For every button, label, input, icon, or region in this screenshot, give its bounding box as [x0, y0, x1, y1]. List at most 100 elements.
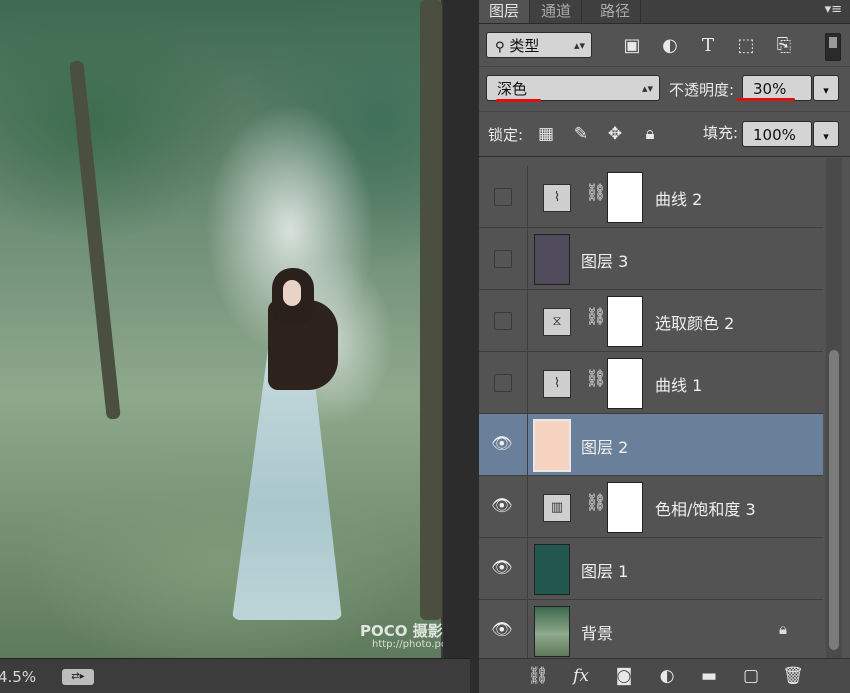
visibility-cell[interactable]	[479, 228, 528, 289]
layers-panel: 图层 通道 路径 ▾≡ ⚲ 类型 ▴▾ ▣ ◐ T ⬚ ⎘ 深色 ▴▾ 不透明度…	[479, 0, 850, 693]
opacity-value: 30%	[753, 80, 787, 98]
opacity-dropdown-button[interactable]: ▾	[813, 75, 839, 101]
visibility-cell[interactable]: 👁︎	[479, 538, 528, 599]
layer-mask-thumbnail[interactable]	[607, 482, 643, 533]
layers-bottom-toolbar: ⛓ fx ◙ ◐ ▬ ▢ 🗑︎	[479, 658, 850, 693]
lock-image-icon[interactable]: ✎	[571, 124, 591, 144]
visibility-cell[interactable]: 👁︎	[479, 600, 528, 658]
watermark-logo: POCO 摄影专题	[360, 622, 443, 640]
layer-name[interactable]: 选取颜色 2	[655, 310, 734, 334]
visibility-cell[interactable]	[479, 166, 528, 227]
layer-row-background[interactable]: 👁︎ 背景 🔒︎	[479, 600, 823, 658]
layer-name[interactable]: 图层 3	[581, 248, 628, 272]
new-group-icon[interactable]: ▬	[696, 665, 722, 687]
chevron-down-icon: ▾	[823, 84, 829, 97]
layer-row-hue-saturation-3[interactable]: 👁︎ ▥ ⛓ 色相/饱和度 3	[479, 476, 823, 538]
layers-scrollbar-thumb[interactable]	[829, 350, 839, 650]
link-chain-icon[interactable]: ⛓	[585, 183, 607, 203]
link-chain-icon[interactable]: ⛓	[585, 369, 607, 389]
layers-list: ⌇ ⛓ 曲线 2 图层 3 ⧖ ⛓ 选取颜色 2 ⌇ ⛓ 曲线 1 👁︎ 图层 …	[479, 158, 824, 658]
lock-all-icon[interactable]: 🔒︎	[640, 124, 660, 144]
lock-row: 锁定: 填充: 100% ▾	[479, 112, 850, 157]
zoom-level[interactable]: 4.5%	[0, 668, 36, 686]
fx-icon[interactable]: fx	[568, 665, 594, 687]
smart-object-filter-icon[interactable]: ⎘	[773, 36, 795, 56]
adjustment-filter-icon[interactable]: ◐	[659, 36, 681, 56]
link-layers-icon[interactable]: ⛓	[525, 665, 551, 687]
layer-mask-thumbnail[interactable]	[607, 172, 643, 223]
link-chain-icon[interactable]: ⛓	[585, 493, 607, 513]
visibility-cell[interactable]	[479, 290, 528, 351]
shape-filter-icon[interactable]: ⬚	[735, 36, 757, 56]
layer-name[interactable]: 曲线 1	[655, 372, 702, 396]
new-adjustment-icon[interactable]: ◐	[654, 665, 680, 687]
tab-channels[interactable]: 通道	[531, 0, 583, 23]
delete-layer-icon[interactable]: 🗑︎	[780, 665, 806, 687]
visibility-cell[interactable]: 👁︎	[479, 414, 528, 475]
status-menu-icon[interactable]: ⇄▸	[62, 669, 94, 685]
photo-image: POCO 摄影专题 http://photo.poco.cn/	[0, 0, 443, 658]
add-mask-icon[interactable]: ◙	[611, 665, 637, 687]
lock-position-icon[interactable]: ✥	[605, 124, 625, 144]
visibility-toggle-off[interactable]	[494, 188, 512, 206]
type-filter-icon[interactable]: T	[697, 36, 719, 56]
panel-menu-icon[interactable]: ▾≡	[825, 2, 842, 17]
fill-value: 100%	[753, 126, 796, 144]
layer-row-layer-2-selected[interactable]: 👁︎ 图层 2	[479, 414, 823, 476]
visibility-toggle-off[interactable]	[494, 250, 512, 268]
filter-type-dropdown[interactable]: ⚲ 类型 ▴▾	[486, 32, 592, 58]
dropdown-arrows-icon: ▴▾	[573, 39, 585, 52]
layer-row-selective-color-2[interactable]: ⧖ ⛓ 选取颜色 2	[479, 290, 823, 352]
filter-toggle-switch[interactable]	[825, 33, 841, 61]
tab-layers[interactable]: 图层	[479, 0, 531, 23]
fill-dropdown-button[interactable]: ▾	[813, 121, 839, 147]
lock-transparent-icon[interactable]: ▦	[536, 124, 556, 144]
blend-mode-value: 深色	[497, 80, 528, 98]
red-underline-blend	[496, 99, 541, 102]
eye-icon[interactable]: 👁︎	[491, 620, 513, 640]
curves-adjustment-icon: ⌇	[543, 370, 571, 398]
red-underline-opacity	[737, 98, 795, 101]
layer-name[interactable]: 背景	[581, 620, 613, 644]
layer-mask-thumbnail[interactable]	[607, 296, 643, 347]
eye-icon[interactable]: 👁︎	[491, 558, 513, 578]
layer-name[interactable]: 曲线 2	[655, 186, 702, 210]
lock-label: 锁定:	[488, 126, 524, 144]
visibility-toggle-off[interactable]	[494, 374, 512, 392]
layer-row-curves-1[interactable]: ⌇ ⛓ 曲线 1	[479, 352, 823, 414]
layer-row-curves-2[interactable]: ⌇ ⛓ 曲线 2	[479, 166, 823, 228]
layer-name[interactable]: 图层 2	[581, 434, 628, 458]
layer-thumbnail[interactable]	[534, 544, 570, 595]
image-filter-icon[interactable]: ▣	[621, 36, 643, 56]
layer-row-layer-1[interactable]: 👁︎ 图层 1	[479, 538, 823, 600]
tree-trunk-left	[69, 60, 121, 420]
curves-adjustment-icon: ⌇	[543, 184, 571, 212]
visibility-cell[interactable]: 👁︎	[479, 476, 528, 537]
blend-mode-dropdown[interactable]: 深色 ▴▾	[486, 75, 660, 101]
eye-icon[interactable]: 👁︎	[491, 434, 513, 454]
document-canvas[interactable]: POCO 摄影专题 http://photo.poco.cn/	[0, 0, 443, 658]
tab-paths[interactable]: 路径	[590, 0, 642, 23]
layer-thumbnail[interactable]	[534, 234, 570, 285]
visibility-cell[interactable]	[479, 352, 528, 413]
layer-name[interactable]: 图层 1	[581, 558, 628, 582]
layer-thumbnail[interactable]	[533, 419, 571, 472]
fill-label: 填充:	[703, 124, 739, 142]
new-layer-icon[interactable]: ▢	[738, 665, 764, 687]
watermark-url: http://photo.poco.cn/	[372, 639, 443, 650]
layer-mask-thumbnail[interactable]	[607, 358, 643, 409]
chevron-down-icon: ▾	[823, 130, 829, 143]
eye-icon[interactable]: 👁︎	[491, 496, 513, 516]
dropdown-arrows-icon: ▴▾	[641, 82, 653, 95]
visibility-toggle-off[interactable]	[494, 312, 512, 330]
tree-trunk-right	[420, 0, 442, 620]
blend-row: 深色 ▴▾ 不透明度: 30% ▾	[479, 67, 850, 112]
selective-color-adjustment-icon: ⧖	[543, 308, 571, 336]
background-thumbnail[interactable]	[534, 606, 570, 657]
link-chain-icon[interactable]: ⛓	[585, 307, 607, 327]
layer-name[interactable]: 色相/饱和度 3	[655, 496, 756, 520]
lock-icon: 🔒︎	[779, 620, 787, 638]
status-bar: 4.5% ⇄▸	[0, 658, 470, 693]
fill-field[interactable]: 100%	[742, 121, 812, 147]
layer-row-layer-3[interactable]: 图层 3	[479, 228, 823, 290]
